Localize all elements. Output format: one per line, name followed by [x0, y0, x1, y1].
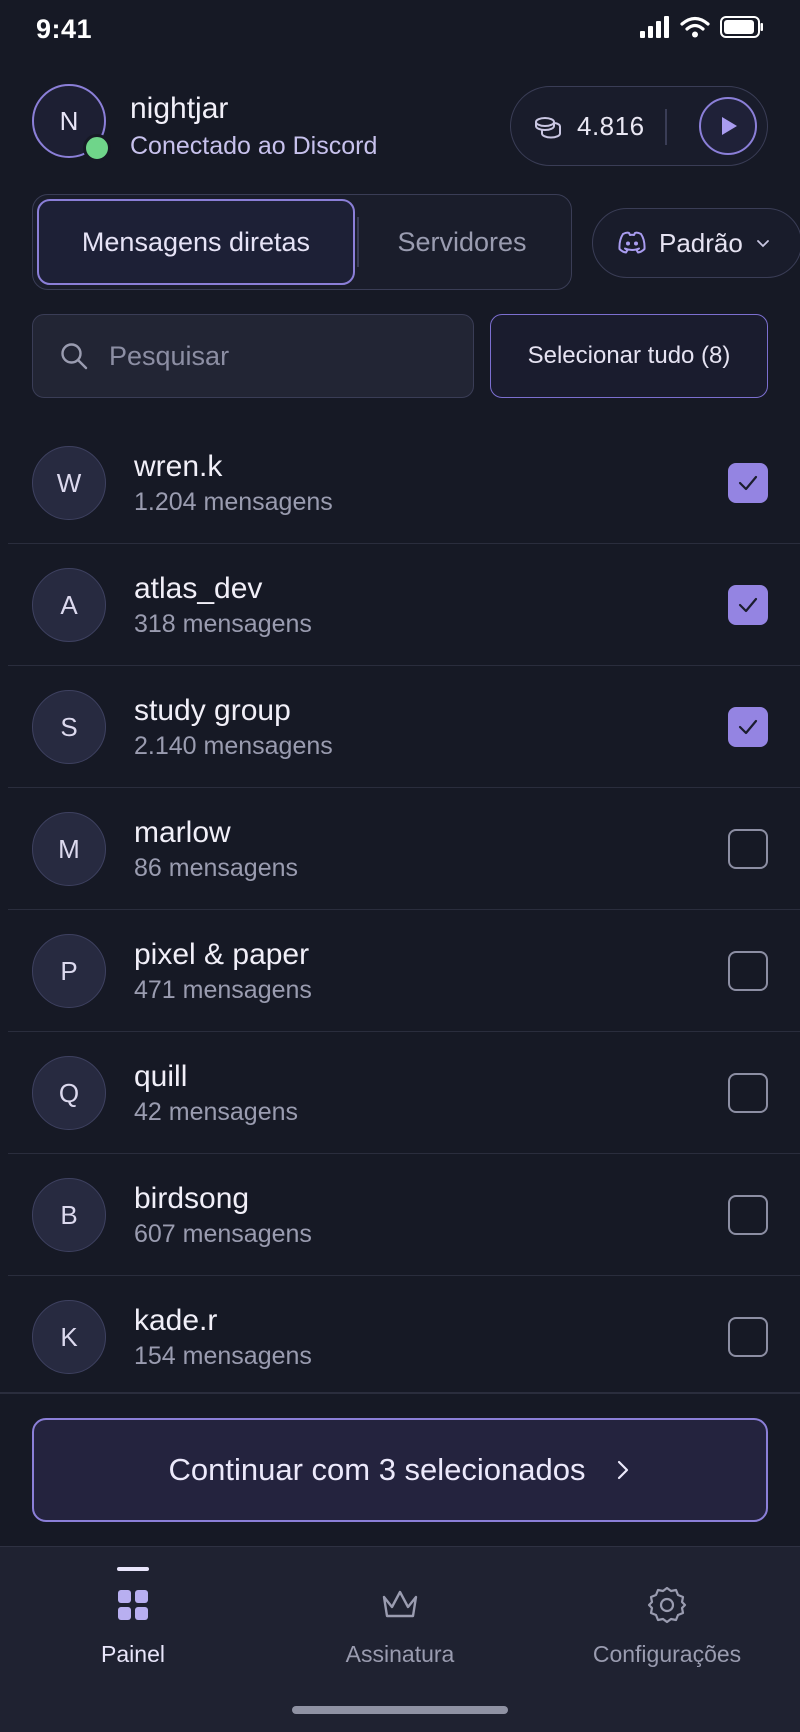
conversation-avatar: P [32, 934, 106, 1008]
status-time: 9:41 [36, 14, 93, 44]
conversation-avatar: Q [32, 1056, 106, 1130]
conversation-checkbox[interactable] [728, 585, 768, 625]
grid-icon [118, 1590, 148, 1620]
conversation-type-tabs: Mensagens diretas Servidores [32, 194, 572, 290]
conversation-row[interactable]: P pixel & paper 471 mensagens [8, 910, 800, 1032]
nav-tab-dashboard[interactable]: Painel [0, 1547, 266, 1697]
conversation-name: birdsong [134, 1182, 250, 1215]
tab-indicator-slot [651, 1567, 683, 1571]
conversation-checkbox[interactable] [728, 1073, 768, 1113]
conversation-name: marlow [134, 816, 231, 849]
conversation-name: kade.r [134, 1304, 218, 1337]
checkmark-icon [738, 719, 758, 735]
message-count: 471 mensagens [134, 976, 312, 1004]
credits-pill: 4.816 [510, 86, 768, 166]
user-avatar-initial: N [59, 105, 79, 136]
conversation-avatar: S [32, 690, 106, 764]
conversation-checkbox[interactable] [728, 829, 768, 869]
chevron-right-icon [617, 1460, 628, 1480]
battery-icon [720, 16, 763, 38]
play-icon [722, 117, 737, 135]
select-all-button[interactable]: Selecionar tudo (8) [490, 314, 768, 398]
mode-dropdown[interactable]: Padrão [592, 208, 800, 278]
discord-icon [618, 231, 646, 254]
nav-tab-subscription[interactable]: Assinatura [267, 1547, 533, 1697]
nav-tab-settings[interactable]: Configurações [534, 1547, 800, 1697]
bottom-tab-bar: Painel Assinatura Configurações [0, 1546, 800, 1732]
search-icon [61, 343, 88, 370]
nav-label: Painel [101, 1641, 165, 1667]
message-count: 318 mensagens [134, 610, 312, 638]
conversation-avatar: W [32, 446, 106, 520]
account-header: N nightjar Conectado ao Discord 4.816 [32, 84, 768, 166]
conversation-avatar: A [32, 568, 106, 642]
conversation-checkbox[interactable] [728, 1195, 768, 1235]
crown-icon [382, 1590, 418, 1618]
list-divider [0, 1392, 800, 1394]
search-input[interactable] [109, 340, 429, 372]
conversation-row[interactable]: K kade.r 154 mensagens [8, 1276, 800, 1398]
online-status-dot [83, 134, 111, 162]
tab-servers[interactable]: Servidores [359, 199, 565, 285]
message-count: 607 mensagens [134, 1220, 312, 1248]
credits-divider [665, 109, 667, 145]
message-count: 86 mensagens [134, 854, 299, 882]
checkmark-icon [738, 597, 758, 613]
continue-button[interactable]: Continuar com 3 selecionados [32, 1418, 768, 1522]
conversation-name: quill [134, 1060, 188, 1093]
coins-icon [535, 117, 561, 139]
conversation-row[interactable]: A atlas_dev 318 mensagens [8, 544, 800, 666]
conversation-name: atlas_dev [134, 572, 263, 605]
conversation-avatar: B [32, 1178, 106, 1252]
status-bar: 9:41 [0, 0, 800, 60]
tab-direct-messages[interactable]: Mensagens diretas [37, 199, 355, 285]
home-indicator [292, 1706, 508, 1714]
conversation-name: study group [134, 694, 291, 727]
conversation-row[interactable]: M marlow 86 mensagens [8, 788, 800, 910]
conversation-avatar: K [32, 1300, 106, 1374]
conversation-checkbox[interactable] [728, 463, 768, 503]
message-count: 2.140 mensagens [134, 732, 333, 760]
conversation-row[interactable]: Q quill 42 mensagens [8, 1032, 800, 1154]
chevron-down-icon [756, 240, 769, 248]
message-count: 42 mensagens [134, 1098, 299, 1126]
gear-icon [647, 1586, 687, 1624]
connection-status: Conectado ao Discord [130, 132, 378, 160]
conversation-row[interactable]: B birdsong 607 mensagens [8, 1154, 800, 1276]
wifi-icon [680, 16, 710, 38]
system-icons [640, 16, 764, 38]
play-button[interactable] [699, 97, 757, 155]
nav-label: Configurações [592, 1641, 742, 1667]
user-name: nightjar [130, 92, 229, 125]
credits-amount: 4.816 [577, 111, 645, 141]
active-tab-indicator [117, 1567, 149, 1571]
conversation-list: W wren.k 1.204 mensagens A atlas_dev 318… [0, 422, 800, 1398]
nav-label: Assinatura [345, 1641, 455, 1667]
cellular-signal-icon [640, 16, 669, 38]
checkmark-icon [738, 475, 758, 491]
tab-indicator-slot [384, 1567, 416, 1571]
conversation-checkbox[interactable] [728, 1317, 768, 1357]
continue-label: Continuar com 3 selecionados [168, 1452, 586, 1487]
message-count: 154 mensagens [134, 1342, 312, 1370]
conversation-name: pixel & paper [134, 938, 310, 971]
conversation-avatar: M [32, 812, 106, 886]
conversation-name: wren.k [134, 450, 223, 483]
search-box [32, 314, 474, 398]
conversation-checkbox[interactable] [728, 707, 768, 747]
conversation-checkbox[interactable] [728, 951, 768, 991]
conversation-row[interactable]: W wren.k 1.204 mensagens [8, 422, 800, 544]
conversation-row[interactable]: S study group 2.140 mensagens [8, 666, 800, 788]
mode-label: Padrão [659, 227, 743, 258]
message-count: 1.204 mensagens [134, 488, 333, 516]
